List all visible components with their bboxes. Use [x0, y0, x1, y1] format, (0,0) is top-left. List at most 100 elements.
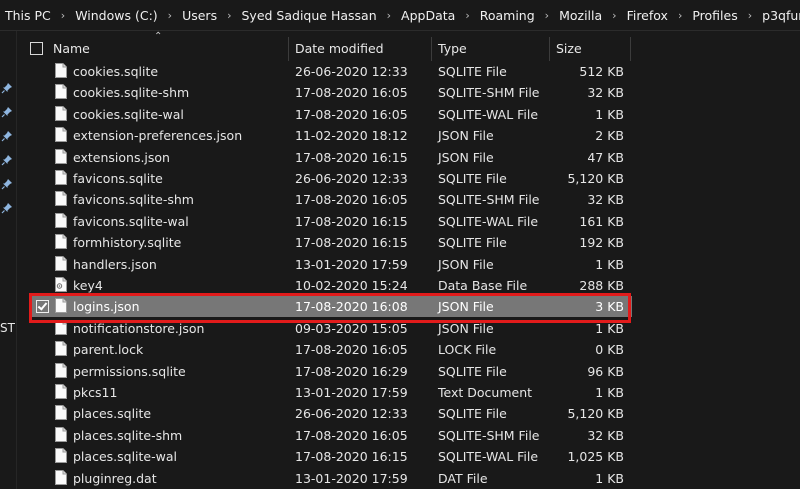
file-row[interactable]: places.sqlite-wal 17-08-2020 16:15 SQLITE-… [32, 446, 632, 467]
file-size: 5,120 KB [567, 171, 624, 186]
file-date-modified: 10-02-2020 15:24 [295, 278, 408, 293]
file-size: 5,120 KB [567, 406, 624, 422]
chevron-right-icon[interactable]: › [674, 9, 686, 22]
file-row[interactable]: extensions.json 17-08-2020 16:15 JSON File… [32, 147, 632, 168]
file-row[interactable]: places.sqlite-shm 17-08-2020 16:05 SQLITE-… [32, 425, 632, 446]
chevron-right-icon[interactable]: › [57, 9, 69, 22]
breadcrumb-item[interactable]: Windows (C:) [69, 8, 163, 23]
file-icon [55, 127, 67, 143]
chevron-right-icon[interactable]: › [461, 9, 473, 22]
file-size: 512 KB [579, 64, 624, 79]
file-name: favicons.sqlite-wal [73, 213, 189, 229]
file-type: Text Document [438, 385, 533, 400]
file-date-modified: 26-06-2020 12:33 [295, 171, 408, 186]
file-date-modified: 11-02-2020 18:12 [295, 128, 408, 144]
column-header-size[interactable]: Size [556, 41, 582, 56]
file-name: cookies.sqlite-shm [73, 85, 190, 101]
pin-icon[interactable] [1, 127, 13, 142]
file-date-modified: 17-08-2020 16:15 [295, 213, 408, 229]
file-row[interactable]: notificationstore.json 09-03-2020 15:05 JS… [32, 318, 632, 339]
file-type: SQLITE-WAL File [438, 106, 539, 122]
column-header-date[interactable]: Date modified [295, 41, 384, 56]
file-row[interactable]: extension-preferences.json 11-02-2020 18:… [32, 125, 632, 146]
file-icon [55, 448, 67, 464]
file-row[interactable]: cookies.sqlite-wal 17-08-2020 16:05 SQLITE… [32, 104, 632, 125]
column-header-name[interactable]: Name [53, 41, 90, 56]
file-date-modified: 09-03-2020 15:05 [295, 320, 408, 336]
file-date-modified: 17-08-2020 16:15 [295, 149, 408, 165]
file-name: places.sqlite [73, 406, 152, 422]
column-divider[interactable] [431, 37, 432, 61]
breadcrumb-item[interactable]: Roaming [474, 8, 541, 23]
pin-icon[interactable] [1, 175, 13, 190]
breadcrumb-item[interactable]: Mozilla [553, 8, 608, 23]
file-size: 1 KB [595, 385, 624, 400]
file-row[interactable]: favicons.sqlite 26-06-2020 12:33 SQLITE Fi… [32, 168, 632, 189]
chevron-right-icon[interactable]: › [223, 9, 235, 22]
file-row[interactable]: parent.lock 17-08-2020 16:05 LOCK File 0 KB [32, 339, 632, 360]
file-row[interactable]: cookies.sqlite-shm 17-08-2020 16:05 SQLITE… [32, 82, 632, 103]
file-type: SQLITE-SHM File [438, 192, 540, 208]
chevron-right-icon[interactable]: › [164, 9, 176, 22]
breadcrumb-item[interactable]: Profiles [686, 8, 743, 23]
file-name: favicons.sqlite [73, 171, 163, 186]
file-icon [55, 298, 67, 314]
file-size: 47 KB [587, 149, 624, 165]
pin-icon[interactable] [1, 103, 13, 118]
file-row[interactable]: pkcs11 13-01-2020 17:59 Text Document 1 KB [32, 382, 632, 403]
chevron-right-icon[interactable]: › [383, 9, 395, 22]
pin-icon[interactable] [1, 199, 13, 214]
file-type: SQLITE File [438, 363, 507, 379]
breadcrumb-item[interactable]: AppData [395, 8, 461, 23]
chevron-right-icon[interactable]: › [541, 9, 553, 22]
file-size: 1 KB [595, 256, 624, 272]
column-divider[interactable] [549, 37, 550, 61]
file-row[interactable]: key4 10-02-2020 15:24 Data Base File 288 KB [32, 275, 632, 296]
chevron-right-icon[interactable]: › [608, 9, 620, 22]
file-row[interactable]: favicons.sqlite-wal 17-08-2020 16:15 SQLIT… [32, 211, 632, 232]
file-type: SQLITE-WAL File [438, 213, 539, 229]
breadcrumb: This PC › Windows (C:) › Users › Syed Sadique … [0, 0, 800, 31]
file-type: SQLITE-SHM File [438, 85, 540, 101]
breadcrumb-item[interactable]: p3qfurfj.default-release [756, 8, 800, 23]
select-all-checkbox[interactable] [30, 42, 43, 55]
sidebar-partial-label[interactable]: ST [0, 321, 16, 335]
file-icon [55, 341, 67, 357]
file-row[interactable]: formhistory.sqlite 17-08-2020 16:15 SQLITE… [32, 232, 632, 253]
file-date-modified: 17-08-2020 16:15 [295, 235, 408, 251]
column-divider[interactable] [630, 37, 631, 61]
file-type: SQLITE File [438, 171, 507, 186]
breadcrumb-item[interactable]: Users [176, 8, 223, 23]
pin-icon[interactable] [1, 79, 13, 94]
file-type: JSON File [438, 128, 494, 144]
file-date-modified: 26-06-2020 12:33 [295, 406, 408, 422]
file-icon [55, 170, 67, 185]
file-row[interactable]: handlers.json 13-01-2020 17:59 JSON File 1 … [32, 254, 632, 275]
file-row[interactable]: permissions.sqlite 17-08-2020 16:29 SQLITE… [32, 361, 632, 382]
file-name: permissions.sqlite [73, 363, 186, 379]
file-icon [55, 105, 67, 121]
file-size: 96 KB [587, 363, 624, 379]
file-name: cookies.sqlite [73, 64, 159, 79]
file-date-modified: 26-06-2020 12:33 [295, 64, 408, 79]
breadcrumb-item[interactable]: Syed Sadique Hassan [236, 8, 383, 23]
row-checkbox[interactable] [36, 300, 49, 314]
column-header-type[interactable]: Type [438, 41, 467, 56]
breadcrumb-item[interactable]: This PC [0, 8, 57, 23]
file-row[interactable]: logins.json 17-08-2020 16:08 JSON File 3 KB [32, 296, 632, 318]
file-row[interactable]: pluginreg.dat 13-01-2020 17:59 DAT File 1 K… [32, 468, 632, 489]
chevron-right-icon[interactable]: › [744, 9, 756, 22]
file-date-modified: 17-08-2020 16:05 [295, 106, 408, 122]
sort-ascending-icon: ⌃ [154, 31, 163, 42]
file-type: JSON File [438, 256, 494, 272]
file-type: JSON File [438, 320, 494, 336]
column-divider[interactable] [288, 37, 289, 61]
file-row[interactable]: places.sqlite 26-06-2020 12:33 SQLITE File… [32, 403, 632, 424]
breadcrumb-item[interactable]: Firefox [621, 8, 674, 23]
file-name: cookies.sqlite-wal [73, 106, 184, 122]
file-icon [55, 469, 67, 485]
file-name: places.sqlite-wal [73, 449, 177, 465]
pin-icon[interactable] [1, 151, 13, 166]
file-row[interactable]: cookies.sqlite 26-06-2020 12:33 SQLITE Fil… [32, 61, 632, 82]
file-row[interactable]: favicons.sqlite-shm 17-08-2020 16:05 SQLIT… [32, 189, 632, 210]
